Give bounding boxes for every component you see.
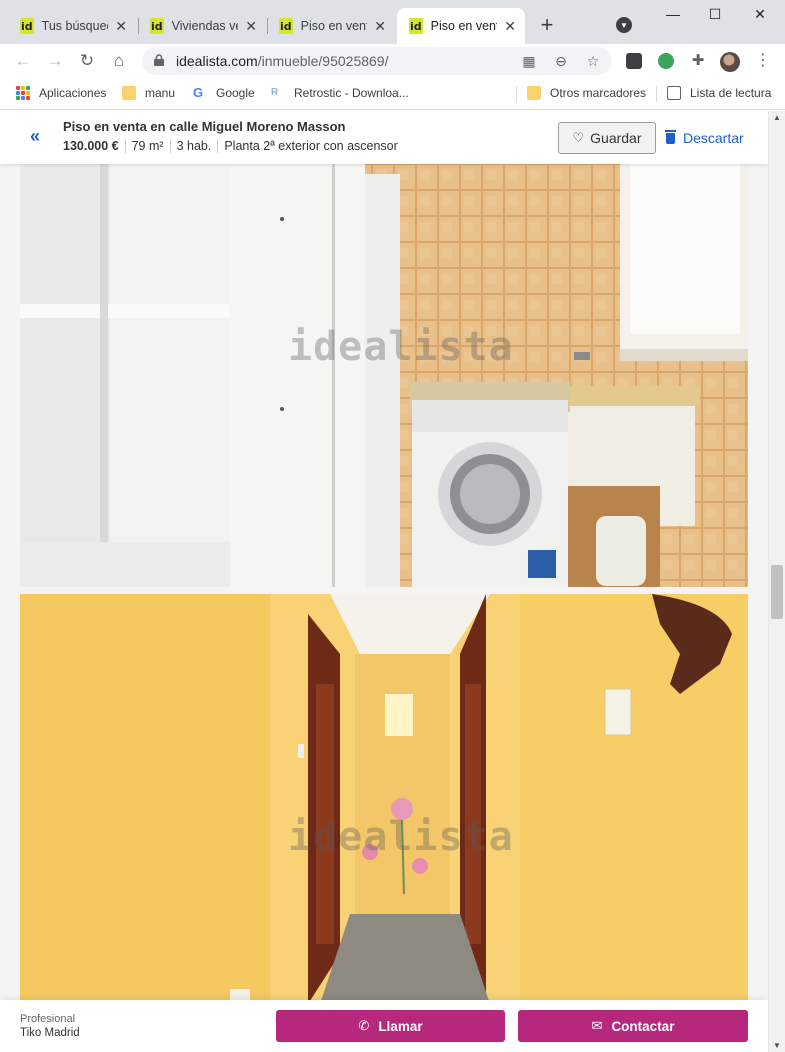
- tab-title: Tus búsquedas: [41, 19, 109, 33]
- heart-icon: ♡: [572, 130, 585, 145]
- zoom-icon[interactable]: ⊖: [552, 52, 570, 70]
- save-button[interactable]: ♡ Guardar: [558, 122, 656, 154]
- back-arrow-icon[interactable]: ←: [12, 50, 34, 72]
- scrollbar-thumb[interactable]: [771, 565, 783, 619]
- listing-photo-hallway[interactable]: idealista: [20, 594, 748, 1004]
- extension-sync-icon[interactable]: [658, 53, 674, 69]
- forward-arrow-icon[interactable]: →: [44, 50, 66, 72]
- listing-photo-laundry[interactable]: idealista: [20, 164, 748, 587]
- browser-tab[interactable]: id Viviendas venta ✕: [138, 8, 266, 44]
- tab-close-icon[interactable]: ✕: [244, 18, 258, 35]
- close-window-icon[interactable]: ✕: [745, 6, 775, 23]
- bookmark-label: Retrostic - Downloa...: [294, 86, 409, 100]
- profile-avatar[interactable]: [720, 52, 740, 72]
- call-label: Llamar: [378, 1018, 423, 1034]
- bookmark-reading-list[interactable]: Lista de lectura: [667, 86, 771, 100]
- browser-tab[interactable]: id Piso en venta ✕: [267, 8, 395, 44]
- page-content: « Piso en venta en calle Miguel Moreno M…: [0, 111, 768, 1052]
- call-button[interactable]: ✆ Llamar: [276, 1010, 505, 1042]
- save-label: Guardar: [590, 130, 642, 146]
- minimize-icon[interactable]: —: [658, 6, 688, 22]
- bookmark-manu[interactable]: manu: [122, 86, 175, 100]
- maximize-icon[interactable]: ☐: [700, 6, 730, 23]
- idealista-favicon-icon: id: [409, 18, 423, 34]
- apps-grid-icon: [16, 86, 30, 100]
- advertiser-name[interactable]: Tiko Madrid: [20, 1027, 80, 1039]
- bookmark-apps[interactable]: Aplicaciones: [16, 86, 106, 100]
- listing-area: 79 m²: [124, 139, 170, 153]
- tab-search-icon[interactable]: ▼: [616, 17, 632, 33]
- bookmarks-divider: [516, 86, 517, 102]
- idealista-favicon-icon: id: [150, 18, 164, 34]
- watermark-text: idealista: [288, 814, 514, 860]
- page-scrollbar[interactable]: ▲ ▼: [768, 111, 785, 1052]
- browser-tab-active[interactable]: id Piso en venta ✕: [397, 8, 525, 44]
- address-bar[interactable]: idealista.com/inmueble/95025869/ ▦ ⊖ ☆: [142, 47, 612, 75]
- browser-tab-strip: id Tus búsquedas ✕ id Viviendas venta ✕ …: [0, 0, 785, 44]
- bookmark-star-icon[interactable]: ☆: [584, 52, 602, 70]
- contact-bar: Profesional Tiko Madrid ✆ Llamar ✉ Conta…: [0, 1000, 768, 1052]
- url-text[interactable]: idealista.com/inmueble/95025869/: [176, 53, 388, 69]
- idealista-favicon-icon: id: [20, 18, 34, 34]
- url-path: /inmueble/95025869/: [257, 53, 389, 69]
- tab-title: Viviendas venta: [171, 19, 239, 33]
- idealista-favicon-icon: id: [279, 18, 293, 34]
- discard-button[interactable]: Descartar: [665, 122, 744, 154]
- browser-toolbar: ← → ↻ ⌂ idealista.com/inmueble/95025869/…: [0, 44, 785, 78]
- hallway-photo-illustration: [20, 594, 748, 1004]
- laundry-photo-illustration: [20, 164, 748, 587]
- tab-close-icon[interactable]: ✕: [114, 18, 128, 35]
- listing-floor: Planta 2ª exterior con ascensor: [217, 139, 403, 153]
- tab-close-icon[interactable]: ✕: [373, 18, 387, 35]
- watermark-text: idealista: [288, 324, 514, 370]
- browser-menu-icon[interactable]: ⋮: [755, 50, 771, 70]
- discard-label: Descartar: [683, 130, 744, 146]
- tab-close-icon[interactable]: ✕: [503, 18, 517, 35]
- reading-list-icon: [667, 86, 681, 100]
- browser-tab[interactable]: id Tus búsquedas ✕: [8, 8, 136, 44]
- retrostic-icon: R: [271, 87, 279, 98]
- bookmarks-divider: [656, 86, 657, 102]
- new-tab-plus-icon[interactable]: +: [536, 14, 558, 36]
- extension-counter-icon[interactable]: [626, 53, 642, 69]
- qr-code-icon[interactable]: ▦: [520, 52, 538, 70]
- bookmark-google[interactable]: G Google: [193, 85, 255, 101]
- trash-icon: [665, 129, 676, 144]
- bookmark-label: manu: [145, 86, 176, 100]
- lock-icon: [154, 54, 164, 66]
- scroll-up-arrow-icon[interactable]: ▲: [773, 113, 781, 122]
- chat-bubble-icon: ✉: [591, 1018, 603, 1033]
- url-host: idealista.com: [176, 53, 258, 69]
- contact-label: Contactar: [611, 1018, 675, 1034]
- folder-icon: [122, 86, 136, 100]
- extensions-puzzle-icon[interactable]: ✚: [689, 52, 707, 70]
- phone-icon: ✆: [358, 1018, 370, 1033]
- bookmark-label: Aplicaciones: [39, 86, 107, 100]
- tab-title: Piso en venta: [300, 19, 368, 33]
- listing-sticky-header: « Piso en venta en calle Miguel Moreno M…: [0, 111, 768, 164]
- home-icon[interactable]: ⌂: [108, 50, 130, 72]
- folder-icon: [527, 86, 541, 100]
- google-icon: G: [193, 85, 204, 100]
- reload-icon[interactable]: ↻: [76, 50, 98, 72]
- bookmark-label: Google: [216, 86, 255, 100]
- listing-title: Piso en venta en calle Miguel Moreno Mas…: [63, 119, 346, 134]
- listing-rooms: 3 hab.: [169, 139, 218, 153]
- bookmark-label: Otros marcadores: [550, 86, 647, 100]
- tab-title: Piso en venta: [430, 19, 498, 33]
- contact-button[interactable]: ✉ Contactar: [518, 1010, 748, 1042]
- bookmark-label: Lista de lectura: [690, 86, 772, 100]
- bookmarks-bar: Aplicaciones manu G Google R Retrostic -…: [0, 78, 785, 110]
- bookmark-retrostic[interactable]: R Retrostic - Downloa...: [271, 86, 409, 100]
- advertiser-type: Profesional: [20, 1013, 76, 1025]
- back-double-chevron-icon[interactable]: «: [20, 122, 50, 152]
- listing-price: 130.000 €: [63, 139, 119, 153]
- bookmark-other[interactable]: Otros marcadores: [527, 86, 646, 100]
- scroll-down-arrow-icon[interactable]: ▼: [773, 1041, 781, 1050]
- listing-meta: 130.000 € 79 m² 3 hab. Planta 2ª exterio…: [63, 139, 404, 153]
